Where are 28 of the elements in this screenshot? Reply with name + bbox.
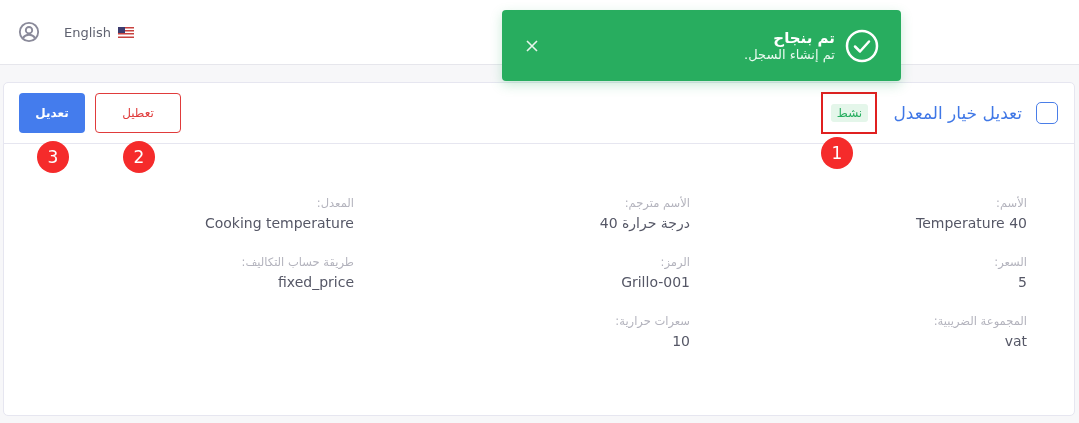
field-label: المعدل:: [316, 195, 354, 212]
field-value: درجة حرارة 40: [599, 214, 690, 234]
field-value: 10: [672, 332, 690, 351]
field-label: المجموعة الضريبية:: [933, 313, 1027, 330]
status-badge: نشط: [830, 104, 869, 122]
field-label: السعر:: [994, 254, 1027, 271]
language-selector[interactable]: English: [64, 24, 134, 40]
field-value: Cooking temperature: [204, 214, 354, 233]
field-label: طريقة حساب التكاليف:: [241, 254, 354, 271]
field-label: الأسم مترجم:: [624, 195, 690, 212]
toast-message: تم إنشاء السجل.: [744, 47, 835, 62]
field-value: Grillo-001: [621, 273, 690, 292]
field-label: سعرات حرارية:: [615, 313, 690, 330]
field-value: fixed_price: [278, 273, 354, 292]
field-value: 5: [1018, 273, 1027, 292]
disable-button[interactable]: تعطيل: [95, 93, 181, 133]
field-label: الرمز:: [660, 254, 690, 271]
check-circle-icon: [845, 28, 879, 63]
toast-title: تم بنجاح: [773, 29, 835, 47]
field-value: vat: [1004, 332, 1027, 351]
flag-icon: [117, 26, 134, 38]
field-value: Temperature 40: [916, 214, 1027, 233]
user-icon[interactable]: [18, 21, 40, 43]
checkbox[interactable]: [1036, 102, 1058, 124]
edit-button[interactable]: تعديل: [19, 93, 85, 133]
close-icon[interactable]: [526, 39, 538, 52]
card-title: تعديل خيار المعدل: [893, 103, 1022, 123]
field-label: الأسم:: [996, 195, 1027, 212]
